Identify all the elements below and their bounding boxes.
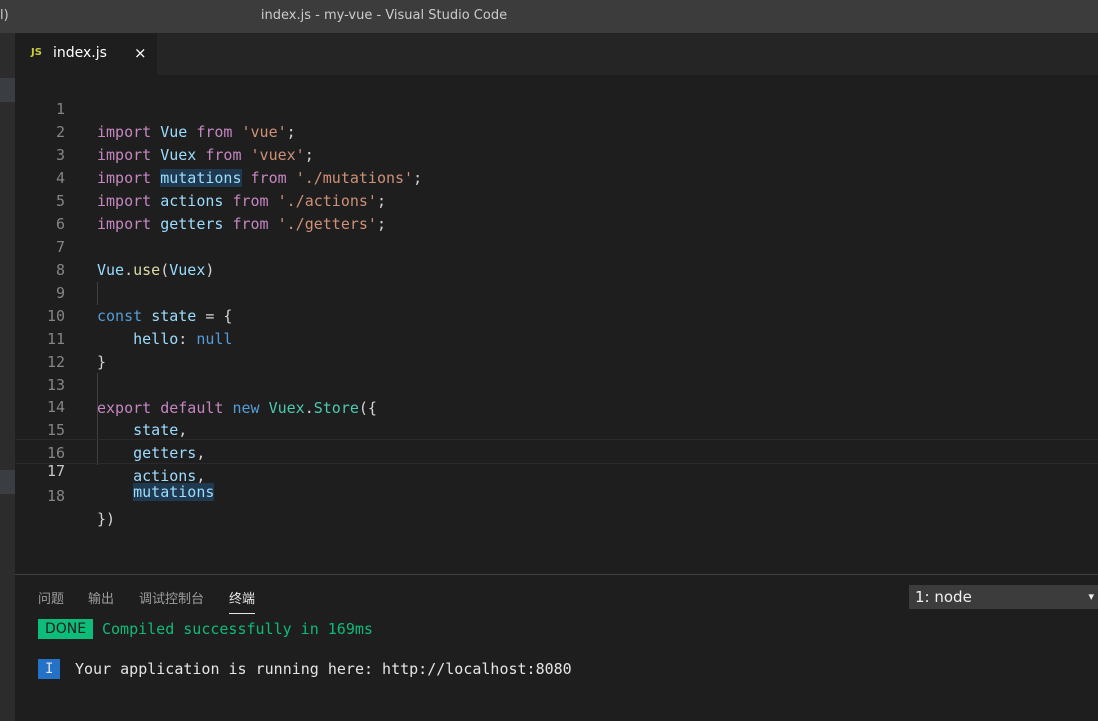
compile-status-message: Compiled successfully in 169ms bbox=[102, 620, 373, 638]
code-line: 7 Vue.use(Vuex) bbox=[15, 213, 1098, 279]
tab-problems[interactable]: 问题 bbox=[38, 588, 64, 607]
code-line: 4 import actions from './actions'; bbox=[15, 144, 1098, 210]
current-code-line: 17 mutations bbox=[15, 439, 1098, 501]
tab-label: index.js bbox=[53, 45, 107, 61]
editor-tab-bar: JS index.js × bbox=[15, 33, 1098, 75]
tab-index-js[interactable]: JS index.js × bbox=[15, 33, 157, 75]
activity-bar bbox=[0, 33, 15, 721]
code-line: 9 const state = { bbox=[15, 259, 1098, 325]
code-line: 11 } bbox=[15, 305, 1098, 371]
code-line: 3 import mutations from './mutations'; bbox=[15, 121, 1098, 187]
bottom-panel: 问题 输出 调试控制台 终端 1: node ▾ DONE Compiled s… bbox=[15, 574, 1098, 721]
code-line: 15 getters, bbox=[15, 396, 1098, 462]
chevron-down-icon: ▾ bbox=[1088, 590, 1094, 603]
code-line: 2 import Vuex from 'vuex'; bbox=[15, 98, 1098, 164]
code-editor[interactable]: 1 import Vue from 'vue'; 2 import Vuex f… bbox=[15, 75, 1098, 573]
info-badge: I bbox=[38, 659, 61, 679]
javascript-file-icon: JS bbox=[31, 47, 42, 58]
code-line: 14 state, bbox=[15, 373, 1098, 439]
terminal-select-value: 1: node bbox=[915, 588, 972, 606]
code-line: 18 }) bbox=[15, 462, 1098, 528]
code-line: 8 bbox=[15, 236, 1098, 279]
code-line: 13 export default new Vuex.Store({ bbox=[15, 351, 1098, 417]
server-url-message: Your application is running here: http:/… bbox=[75, 660, 572, 678]
code-line: 12 bbox=[15, 328, 1098, 371]
activity-bar-item[interactable] bbox=[0, 470, 15, 494]
code-line: 1 import Vue from 'vue'; bbox=[15, 75, 1098, 141]
tab-debug-console[interactable]: 调试控制台 bbox=[139, 588, 204, 607]
title-bar: l) index.js - my-vue - Visual Studio Cod… bbox=[0, 0, 1098, 33]
activity-bar-item[interactable] bbox=[0, 78, 15, 102]
tab-terminal[interactable]: 终端 bbox=[229, 588, 256, 614]
code-line: 5 import getters from './getters'; bbox=[15, 167, 1098, 233]
close-icon[interactable]: × bbox=[134, 44, 147, 62]
code-line: 6 bbox=[15, 190, 1098, 233]
terminal-select[interactable]: 1: node ▾ bbox=[909, 585, 1098, 609]
line-number: 18 bbox=[46, 487, 65, 505]
window-title: index.js - my-vue - Visual Studio Code bbox=[260, 8, 508, 23]
code-line: 10 hello: null bbox=[15, 282, 1098, 348]
code-text: }) bbox=[97, 510, 116, 528]
done-badge: DONE bbox=[38, 619, 94, 639]
tab-output[interactable]: 输出 bbox=[88, 588, 114, 607]
code-text: mutations bbox=[133, 483, 215, 501]
